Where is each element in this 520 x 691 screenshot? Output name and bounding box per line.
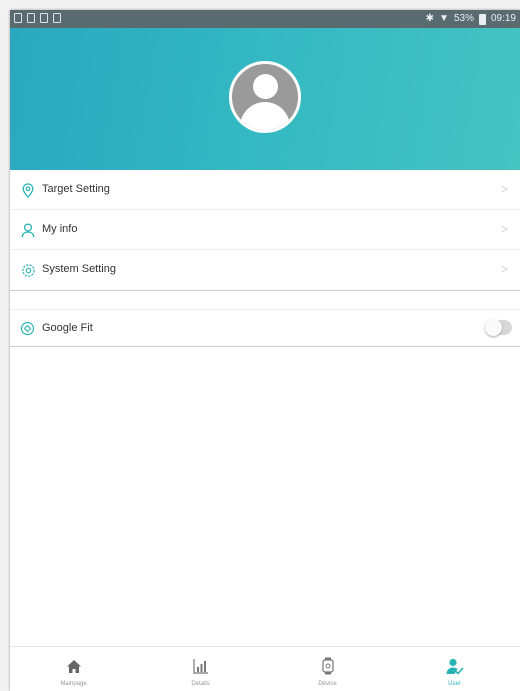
avatar-body-shape — [240, 102, 290, 130]
tab-label: User — [448, 681, 461, 687]
google-fit-row: Google Fit — [10, 309, 520, 347]
chevron-right-icon: > — [500, 182, 508, 196]
battery-icon — [478, 13, 486, 25]
toggle-knob — [485, 319, 502, 336]
tab-user[interactable]: User — [391, 647, 518, 691]
bottom-navigation: Mainpage Details Device User — [10, 646, 520, 691]
google-fit-toggle[interactable] — [485, 319, 512, 336]
tab-mainpage[interactable]: Mainpage — [10, 647, 137, 691]
battery-percent: 53% — [453, 13, 474, 24]
menu-item-label: System Setting — [42, 263, 116, 275]
tab-device[interactable]: Device — [264, 647, 391, 691]
menu-item-label: My info — [42, 223, 78, 235]
bar-chart-icon — [191, 656, 211, 676]
notification-icon — [14, 13, 22, 23]
person-icon — [20, 222, 36, 238]
wifi-icon: ▼ — [439, 13, 449, 24]
notification-icon — [53, 13, 61, 23]
notification-icon — [40, 13, 48, 23]
tab-label: Device — [318, 681, 337, 687]
google-fit-label: Google Fit — [42, 322, 93, 334]
location-pin-icon — [20, 182, 36, 198]
chevron-right-icon: > — [500, 222, 508, 236]
google-fit-icon — [20, 321, 36, 337]
tab-label: Mainpage — [60, 681, 87, 687]
menu-item-label: Target Setting — [42, 183, 110, 195]
settings-menu: Target Setting > My info > System Settin… — [10, 170, 520, 347]
bluetooth-icon: ✱ — [425, 13, 435, 24]
section-spacer — [10, 291, 520, 309]
avatar-head-shape — [253, 74, 278, 99]
watch-icon — [318, 656, 338, 676]
tab-label: Details — [191, 681, 210, 687]
user-icon — [445, 656, 465, 676]
menu-item-my-info[interactable]: My info > — [10, 210, 520, 250]
chevron-right-icon: > — [500, 262, 508, 276]
clock: 09:19 — [490, 13, 516, 24]
notification-icons — [14, 13, 61, 23]
status-bar: ✱ ▼ 53% 09:19 — [10, 10, 520, 28]
device-frame: ✱ ▼ 53% 09:19 Target Setting > My info >… — [0, 0, 520, 691]
menu-item-system-setting[interactable]: System Setting > — [10, 250, 520, 290]
notification-icon — [27, 13, 35, 23]
gear-icon — [20, 262, 36, 278]
avatar[interactable] — [229, 61, 301, 133]
app-screen: ✱ ▼ 53% 09:19 Target Setting > My info >… — [10, 10, 520, 691]
profile-header — [10, 28, 520, 170]
home-icon — [64, 656, 84, 676]
tab-details[interactable]: Details — [137, 647, 264, 691]
status-indicators: ✱ ▼ 53% 09:19 — [426, 13, 516, 25]
menu-item-target-setting[interactable]: Target Setting > — [10, 170, 520, 210]
